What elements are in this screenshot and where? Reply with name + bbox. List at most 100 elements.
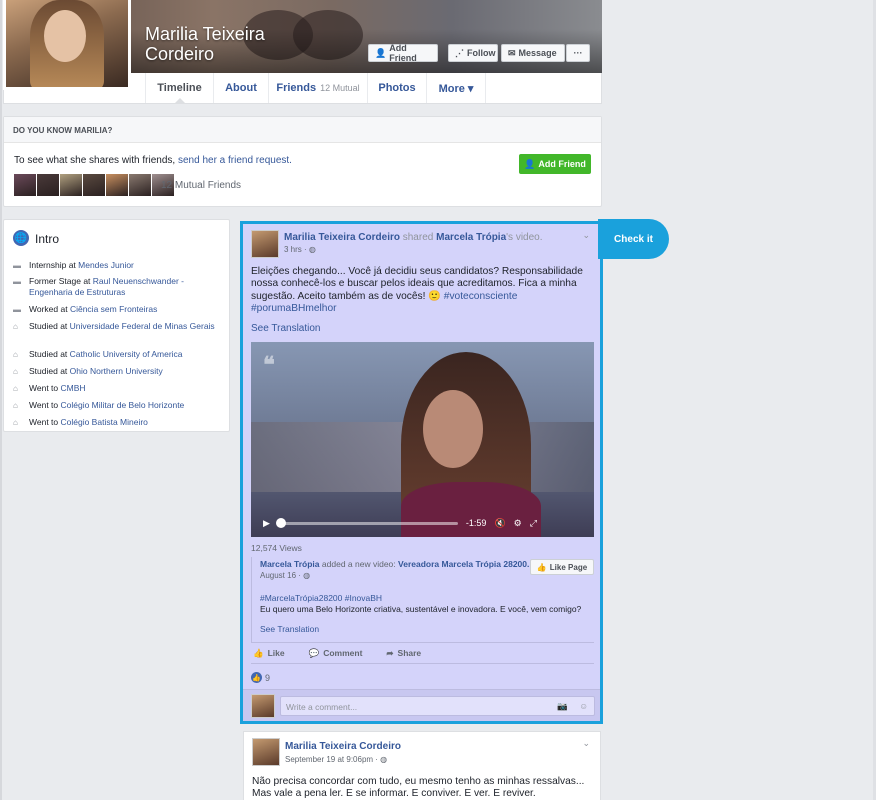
mutual-friend-avatar[interactable] (83, 174, 105, 196)
shared-video-post: Marilia Teixeira Cordeiro shared Marcela… (243, 224, 600, 721)
original-post-date[interactable]: August 16 · (260, 571, 303, 580)
profile-name[interactable]: Marilia Teixeira Cordeiro (145, 24, 265, 64)
post2-author-link[interactable]: Marilia Teixeira Cordeiro (285, 741, 401, 752)
reactions-summary[interactable]: 👍 9 (251, 672, 270, 683)
intro-item-line: Studied at Ohio Northern University (29, 366, 163, 377)
video-woman-face (423, 390, 483, 468)
video-player[interactable]: ❝ ▶ -1:59 🔇 ⚙ ⤢ (251, 342, 594, 537)
comment-action-button[interactable]: 💬 Comment (309, 648, 363, 659)
public-globe-icon: ◍ (303, 571, 311, 580)
video-progress-knob[interactable] (275, 517, 286, 528)
tab-about[interactable]: About (213, 73, 268, 103)
intro-item-link[interactable]: Colégio Militar de Belo Horizonte (61, 400, 185, 410)
tab-photos[interactable]: Photos (367, 73, 426, 103)
dyk-text-before: To see what she shares with friends, (14, 155, 176, 166)
intro-item-text: Studied at (29, 321, 70, 331)
tab-more[interactable]: More ▾ (426, 73, 486, 103)
post2-author-avatar[interactable] (252, 738, 280, 766)
follow-button[interactable]: ⋰ Follow (448, 44, 498, 62)
post-shared-word: shared (402, 232, 434, 243)
intro-item: ▬ Former Stage at Raul Neuenschwander - E… (13, 276, 223, 298)
post2-time[interactable]: September 19 at 9:06pm · (285, 755, 380, 764)
intro-item-link[interactable]: Universidade Federal de Minas Gerais (70, 321, 215, 331)
post2-options-chevron-icon[interactable]: ⌄ (582, 738, 590, 749)
intro-item-line: Worked at Ciência sem Fronteiras (29, 304, 157, 315)
share-arrow-icon: ➦ (386, 647, 394, 658)
original-see-translation-link[interactable]: See Translation (260, 624, 319, 634)
mutual-friends-count[interactable]: 12 Mutual Friends (161, 180, 241, 191)
intro-item-text: Internship at (29, 260, 79, 270)
message-button[interactable]: ✉ Message (501, 44, 565, 62)
like-count: 9 (265, 672, 271, 683)
intro-item-link[interactable]: Mendes Junior (78, 260, 134, 270)
like-action-button[interactable]: 👍 Like (253, 648, 285, 659)
tab-label: More ▾ (438, 82, 474, 95)
intro-item-text: Went to (29, 400, 61, 410)
page-link[interactable]: Marcela Trópia (260, 559, 320, 569)
intro-item-link[interactable]: Ohio Northern University (70, 366, 163, 376)
mutual-friend-avatar[interactable] (106, 174, 128, 196)
original-post-hashtags[interactable]: #MarcelaTrópia28200 #InovaBH (260, 593, 382, 603)
graduation-cap-icon: ⌂ (13, 350, 18, 359)
mutual-friend-avatar[interactable] (37, 174, 59, 196)
intro-item-link[interactable]: Catholic University of America (70, 349, 183, 359)
comment-input[interactable]: Write a comment... 📷 ☺ (280, 696, 595, 716)
do-you-know-text: To see what she shares with friends, sen… (14, 155, 292, 166)
settings-gear-icon[interactable]: ⚙ (514, 518, 522, 529)
mute-icon[interactable]: 🔇 (494, 518, 505, 529)
camera-icon[interactable]: 📷 (557, 701, 568, 712)
intro-item-text: Former Stage at (29, 276, 93, 286)
person-plus-icon: 👤 (375, 47, 387, 58)
dyk-add-friend-label: Add Friend (538, 159, 586, 169)
see-translation-link[interactable]: See Translation (251, 323, 321, 334)
intro-item-link[interactable]: Ciência sem Fronteiras (70, 304, 157, 314)
emoji-icon[interactable]: ☺ (579, 701, 588, 711)
post-actions: 👍 Like 💬 Comment ➦ Share (251, 642, 594, 664)
original-post-box: Marcela Trópia added a new video: Veread… (251, 557, 594, 643)
share-action-button[interactable]: ➦ Share (386, 648, 421, 659)
globe-icon: 🌐 (13, 230, 29, 246)
video-time-remaining: -1:59 (465, 518, 487, 528)
post-source-suffix: 's video. (506, 232, 543, 243)
more-options-button[interactable]: ··· (566, 44, 590, 62)
play-icon[interactable]: ▶ (263, 518, 270, 529)
comment-bubble-icon: 💬 (308, 647, 320, 658)
intro-item: ⌂ Went to CMBH (13, 383, 223, 394)
like-page-button[interactable]: 👍 Like Page (530, 559, 594, 575)
mutual-friend-avatar[interactable] (129, 174, 151, 196)
post-options-chevron-icon[interactable]: ⌄ (582, 230, 590, 241)
intro-item-link[interactable]: Colégio Batista Mineiro (61, 417, 148, 427)
comment-composer: Write a comment... 📷 ☺ (243, 689, 600, 721)
post-time[interactable]: 3 hrs · (284, 245, 309, 254)
fullscreen-icon[interactable]: ⤢ (530, 518, 537, 529)
intro-item-line: Former Stage at Raul Neuenschwander - En… (29, 276, 223, 298)
video-title-link[interactable]: Vereadora Marcela Trópia 28200. (398, 559, 529, 569)
mutual-friend-avatar[interactable] (14, 174, 36, 196)
intro-item-line: Studied at Catholic University of Americ… (29, 349, 183, 360)
intro-item-link[interactable]: CMBH (61, 383, 86, 393)
thumbs-up-icon: 👍 (253, 647, 264, 658)
add-friend-button[interactable]: 👤 Add Friend (368, 43, 438, 63)
send-friend-request-link[interactable]: send her a friend request. (178, 155, 292, 166)
post-author-link[interactable]: Marilia Teixeira Cordeiro (284, 232, 400, 243)
hashtag-link[interactable]: #porumaBHmelhor (251, 303, 337, 314)
tab-timeline[interactable]: Timeline (145, 73, 213, 103)
profile-picture[interactable] (3, 0, 131, 90)
add-friend-label: Add Friend (389, 43, 417, 63)
intro-item: ⌂ Studied at Catholic University of Ameri… (13, 349, 223, 360)
share-label: Share (397, 648, 422, 658)
graduation-cap-icon: ⌂ (13, 418, 18, 427)
tab-friends[interactable]: Friends 12 Mutual (268, 73, 367, 103)
graduation-cap-icon: ⌂ (13, 367, 18, 376)
thumbs-up-icon: 👍 (536, 562, 547, 572)
like-label: Like (267, 648, 285, 658)
post-author-avatar[interactable] (251, 230, 279, 258)
video-views: 12,574 Views (251, 543, 302, 553)
video-progress-bar[interactable] (275, 517, 458, 528)
check-it-callout[interactable]: Check it (598, 219, 669, 259)
dyk-add-friend-button[interactable]: 👤 Add Friend (519, 154, 591, 174)
mutual-friend-avatar[interactable] (60, 174, 82, 196)
video-controls: ▶ -1:59 🔇 ⚙ ⤢ (251, 509, 594, 537)
hashtag-link[interactable]: #voteconsciente (444, 291, 518, 302)
post-source-link[interactable]: Marcela Trópia (436, 232, 506, 243)
